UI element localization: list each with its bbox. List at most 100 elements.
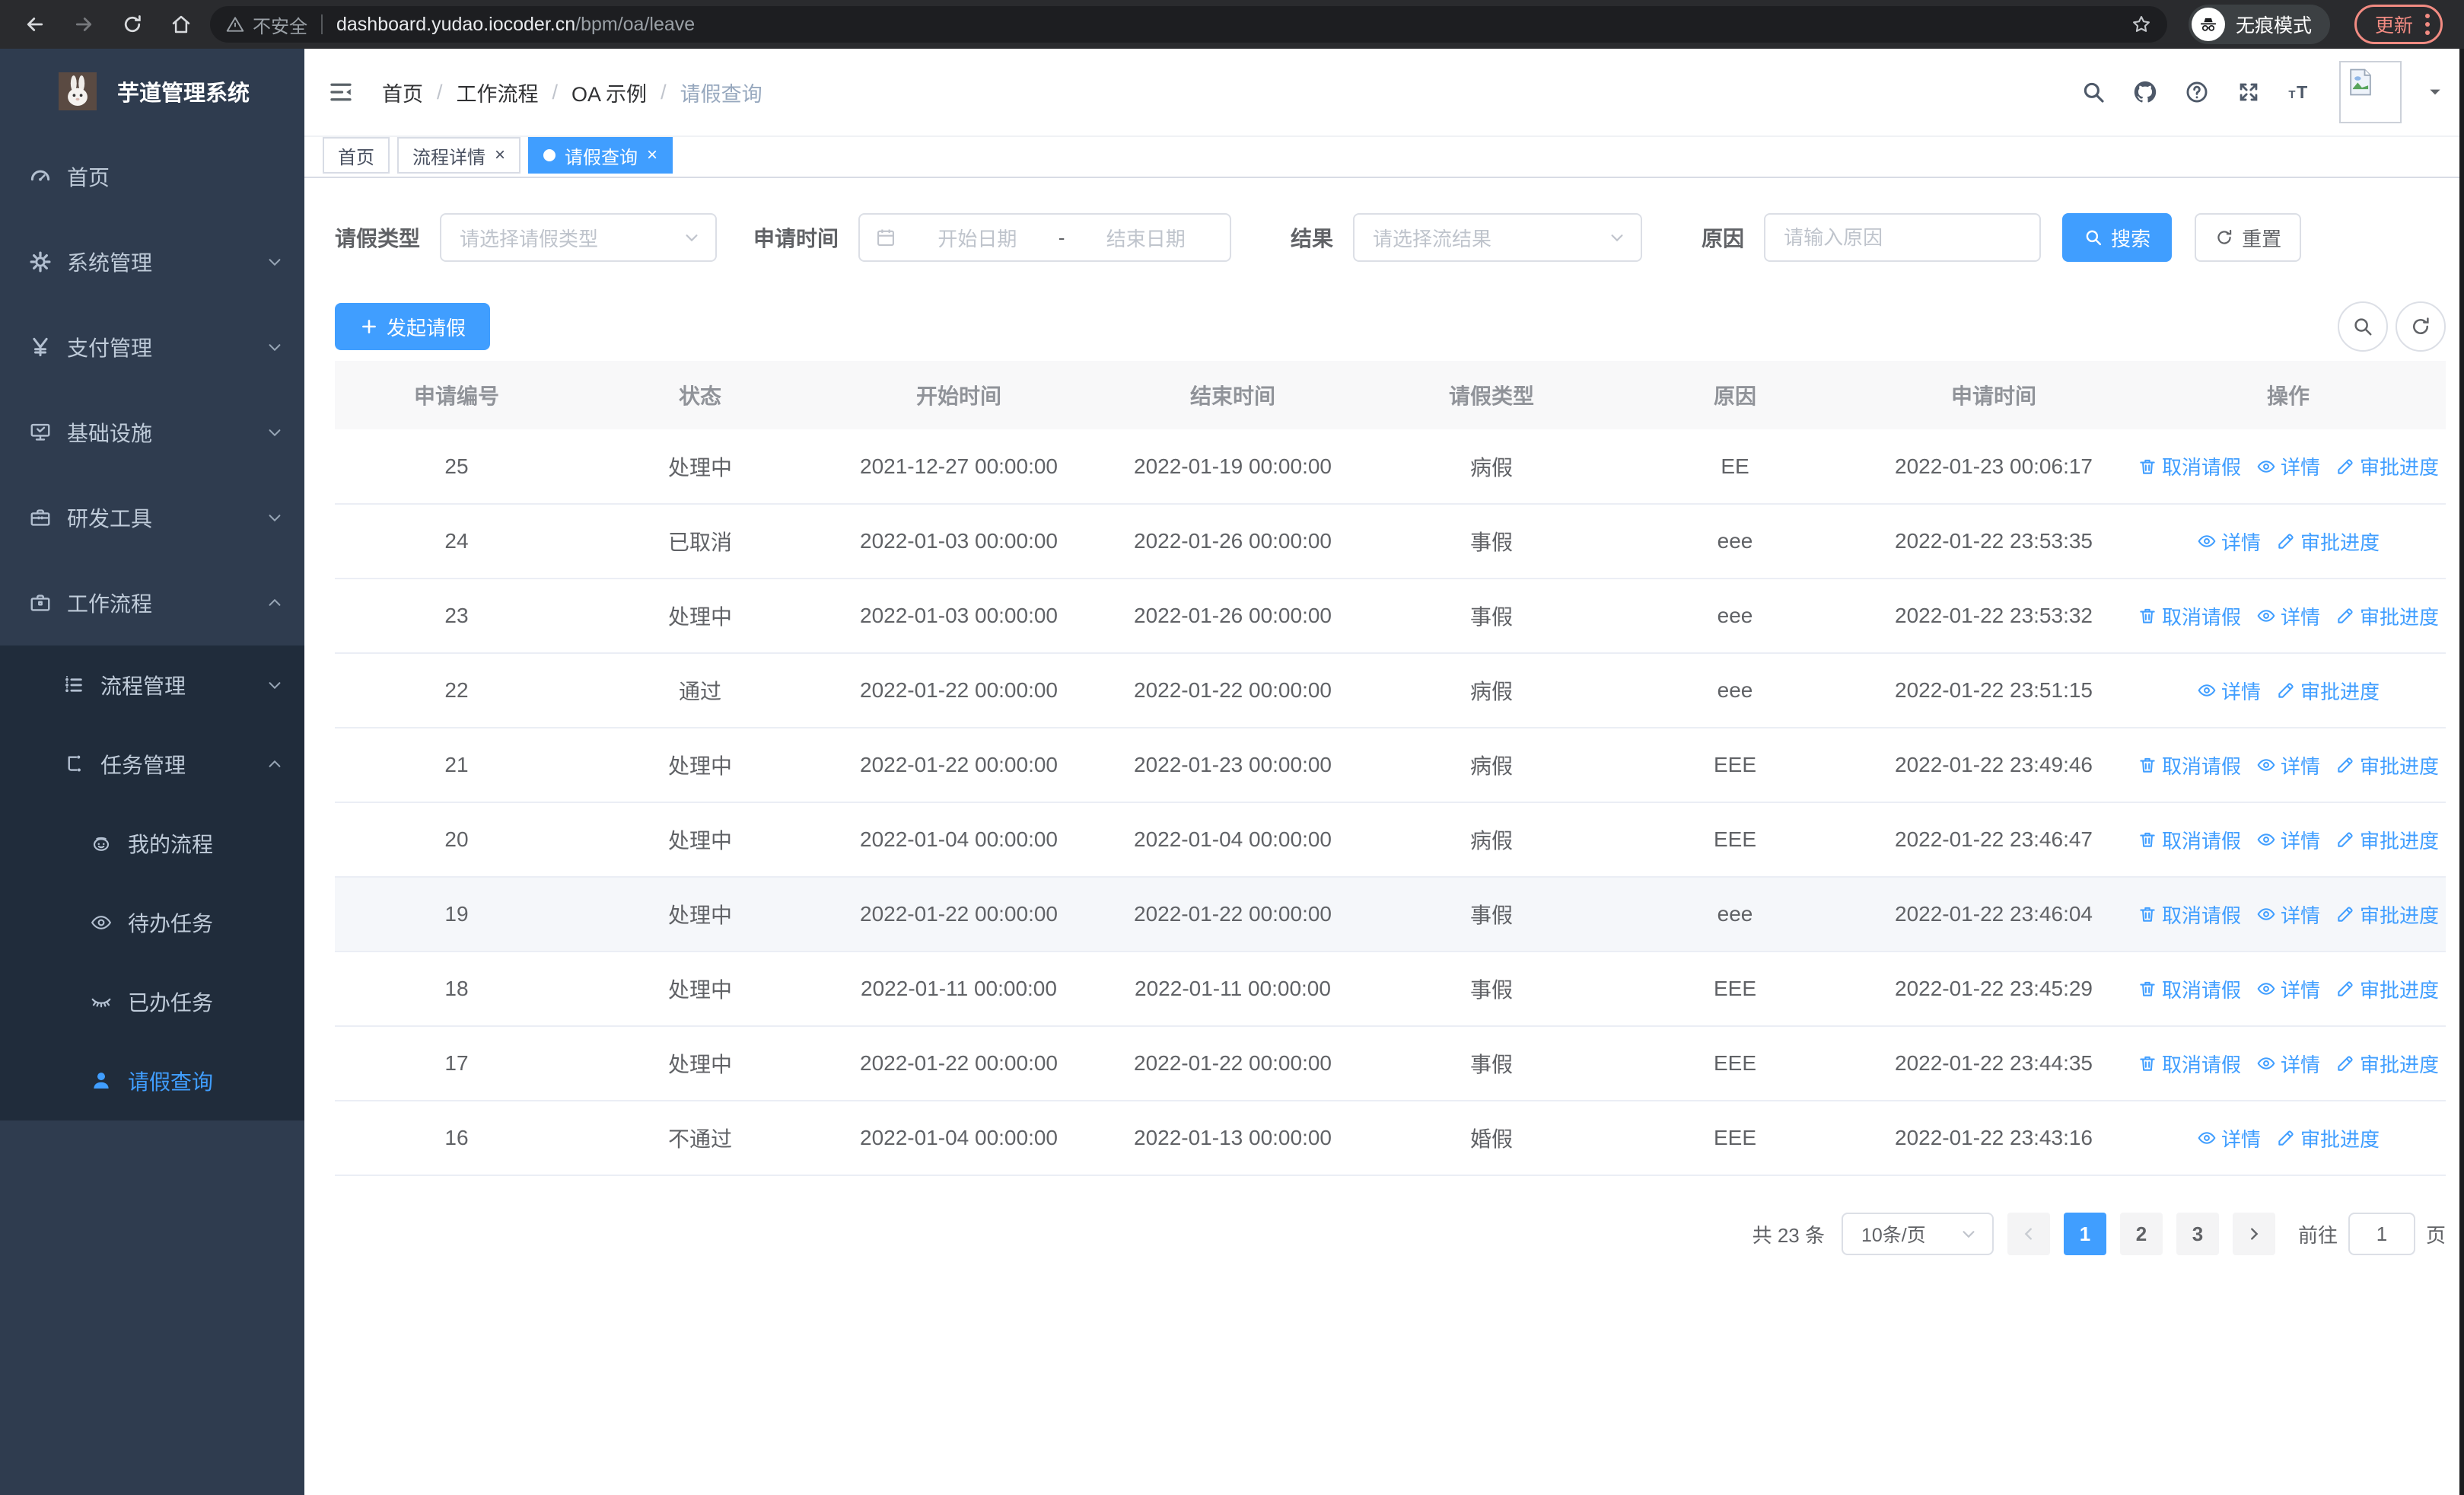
action-审批进度[interactable]: 审批进度: [2335, 975, 2439, 1003]
action-详情[interactable]: 详情: [2256, 1050, 2320, 1078]
back-icon[interactable]: [15, 5, 55, 44]
next-page-button[interactable]: [2232, 1213, 2275, 1255]
action-详情[interactable]: 详情: [2197, 1124, 2261, 1152]
sidebar-item-流程管理[interactable]: 流程管理: [0, 645, 304, 725]
sidebar-item-首页[interactable]: 首页: [0, 134, 304, 219]
page-button-3[interactable]: 3: [2176, 1213, 2219, 1255]
sidebar-collapse-icon[interactable]: [327, 78, 355, 106]
cell-reason: eee: [1613, 504, 1857, 579]
sidebar-item-已办任务[interactable]: 已办任务: [0, 962, 304, 1041]
apply-time-range-picker[interactable]: 开始日期 - 结束日期: [858, 213, 1232, 262]
action-审批进度[interactable]: 审批进度: [2335, 452, 2439, 480]
avatar[interactable]: [2339, 61, 2402, 123]
sidebar-item-支付管理[interactable]: 支付管理: [0, 304, 304, 390]
tab-首页[interactable]: 首页: [323, 137, 390, 174]
sidebar-item-请假查询[interactable]: 请假查询: [0, 1041, 304, 1120]
tab-请假查询[interactable]: 请假查询 ×: [528, 137, 673, 174]
breadcrumb-item[interactable]: 首页: [382, 78, 423, 107]
monitor-icon: [29, 421, 52, 444]
action-审批进度[interactable]: 审批进度: [2276, 1124, 2380, 1152]
bookmark-star-icon[interactable]: [2131, 14, 2152, 35]
action-详情[interactable]: 详情: [2256, 975, 2320, 1003]
font-size-icon[interactable]: TT: [2287, 79, 2313, 105]
action-详情[interactable]: 详情: [2256, 751, 2320, 779]
prev-page-button[interactable]: [2007, 1213, 2050, 1255]
avatar-caret-icon[interactable]: [2427, 84, 2443, 100]
search-button[interactable]: 搜索: [2062, 213, 2173, 262]
action-取消请假[interactable]: 取消请假: [2138, 751, 2241, 779]
column-header: 结束时间: [1096, 361, 1370, 429]
cell-actions: 取消请假 详情 审批进度: [2131, 579, 2446, 654]
sidebar-item-我的流程[interactable]: 我的流程: [0, 804, 304, 883]
page-size-select[interactable]: 10条/页: [1841, 1213, 1994, 1255]
page-button-1[interactable]: 1: [2063, 1213, 2106, 1255]
sidebar-item-待办任务[interactable]: 待办任务: [0, 883, 304, 962]
detail-eye-icon: [2256, 755, 2276, 775]
action-详情[interactable]: 详情: [2197, 528, 2261, 556]
refresh-table-button[interactable]: [2396, 301, 2446, 352]
show-search-button[interactable]: [2338, 301, 2388, 352]
action-取消请假[interactable]: 取消请假: [2138, 1050, 2241, 1078]
help-icon[interactable]: [2184, 79, 2210, 105]
close-icon[interactable]: ×: [495, 146, 505, 164]
action-审批进度[interactable]: 审批进度: [2276, 677, 2380, 705]
app-logo[interactable]: 芋道管理系统: [0, 49, 304, 134]
leave-type-select[interactable]: 请选择请假类型: [440, 213, 718, 262]
fullscreen-icon[interactable]: [2236, 79, 2262, 105]
browser-update-button[interactable]: 更新: [2354, 5, 2443, 44]
action-取消请假[interactable]: 取消请假: [2138, 901, 2241, 929]
app-title: 芋道管理系统: [117, 81, 250, 106]
action-详情[interactable]: 详情: [2197, 677, 2261, 705]
refresh-icon: [2217, 229, 2232, 244]
browser-menu-icon[interactable]: [2425, 14, 2431, 35]
goto-page-input[interactable]: [2348, 1213, 2415, 1255]
result-select[interactable]: 请选择流结果: [1353, 213, 1643, 262]
sidebar: 芋道管理系统 首页 系统管理 支付管理 基础设施 研发工具 工作流程流程管理任务管理 我的流…: [0, 49, 304, 1495]
action-详情[interactable]: 详情: [2256, 602, 2320, 630]
home-icon[interactable]: [161, 5, 201, 44]
trash-icon: [2138, 979, 2157, 999]
action-取消请假[interactable]: 取消请假: [2138, 602, 2241, 630]
breadcrumb-item[interactable]: 工作流程: [457, 78, 539, 107]
action-审批进度[interactable]: 审批进度: [2276, 528, 2380, 556]
action-详情[interactable]: 详情: [2256, 826, 2320, 854]
sidebar-item-label: 请假查询: [128, 1070, 214, 1094]
action-详情[interactable]: 详情: [2256, 901, 2320, 929]
close-icon[interactable]: ×: [647, 146, 657, 164]
search-icon: [2086, 230, 2102, 246]
sidebar-item-任务管理[interactable]: 任务管理: [0, 725, 304, 804]
sidebar-item-研发工具[interactable]: 研发工具: [0, 475, 304, 560]
action-审批进度[interactable]: 审批进度: [2335, 826, 2439, 854]
url-bar[interactable]: 不安全 dashboard.yudao.iocoder.cn /bpm/oa/l…: [210, 6, 2167, 43]
pen-icon: [2276, 681, 2296, 700]
reset-button[interactable]: 重置: [2195, 213, 2302, 262]
reload-icon[interactable]: [113, 5, 152, 44]
action-审批进度[interactable]: 审批进度: [2335, 1050, 2439, 1078]
breadcrumb-separator: /: [552, 80, 559, 104]
url-path: /bpm/oa/leave: [575, 13, 696, 35]
action-取消请假[interactable]: 取消请假: [2138, 452, 2241, 480]
github-icon[interactable]: [2132, 79, 2158, 105]
action-审批进度[interactable]: 审批进度: [2335, 602, 2439, 630]
create-leave-button[interactable]: 发起请假: [335, 303, 491, 350]
page-button-2[interactable]: 2: [2119, 1213, 2163, 1255]
action-取消请假[interactable]: 取消请假: [2138, 975, 2241, 1003]
forward-icon[interactable]: [64, 5, 103, 44]
cell-id: 17: [335, 1026, 578, 1101]
action-详情[interactable]: 详情: [2256, 452, 2320, 480]
table-row: 18 处理中 2022-01-11 00:00:00 2022-01-11 00:00…: [335, 952, 2446, 1027]
action-审批进度[interactable]: 审批进度: [2335, 751, 2439, 779]
end-date-placeholder: 结束日期: [1106, 227, 1186, 250]
action-取消请假[interactable]: 取消请假: [2138, 826, 2241, 854]
reason-input[interactable]: [1764, 213, 2042, 262]
sidebar-item-工作流程[interactable]: 工作流程: [0, 560, 304, 645]
sidebar-item-基础设施[interactable]: 基础设施: [0, 390, 304, 475]
sidebar-item-系统管理[interactable]: 系统管理: [0, 219, 304, 304]
cell-start: 2022-01-22 00:00:00: [822, 653, 1096, 728]
breadcrumb-item[interactable]: OA 示例: [571, 78, 647, 107]
tab-流程详情[interactable]: 流程详情 ×: [397, 137, 521, 174]
action-审批进度[interactable]: 审批进度: [2335, 901, 2439, 929]
search-icon[interactable]: [2080, 79, 2106, 105]
cell-end: 2022-01-22 00:00:00: [1096, 877, 1370, 952]
sidebar-item-label: 流程管理: [100, 674, 186, 698]
